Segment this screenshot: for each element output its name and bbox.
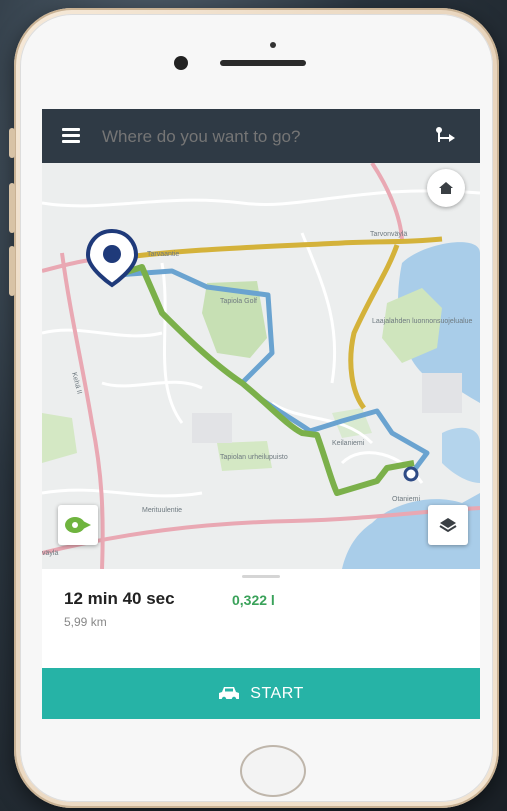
app-screen: Tarvaantie Tarvonväylä Merituulentie väy… [42,109,480,719]
home-icon [439,182,453,194]
route-fuel: 0,322 l [232,592,275,608]
drag-handle[interactable] [242,575,280,578]
map-label-district-2: Keilaniemi [332,440,365,447]
route-duration: 12 min 40 sec [64,589,175,608]
home-button[interactable] [240,745,306,797]
car-icon [219,686,240,701]
start-label: START [250,684,304,702]
route-options-icon[interactable] [434,126,458,146]
eco-toggle-button[interactable] [58,505,98,545]
route-summary-panel[interactable]: 12 min 40 sec 0,322 l 5,99 km [42,569,480,668]
map-label-district-1: Otaniemi [392,496,420,503]
mute-switch [9,128,15,158]
block-2 [422,373,462,413]
earpiece-speaker [220,60,306,66]
map-label-road-top-right: Tarvonväylä [370,231,407,238]
home-map-button[interactable] [427,169,465,207]
front-camera [174,56,188,70]
destination-marker[interactable] [403,466,419,482]
map-label-road-bottom: Merituulentie [142,507,182,514]
start-button[interactable]: START [42,668,480,719]
route-distance: 5,99 km [64,615,107,629]
volume-down-button [9,246,15,296]
map-label-road-bottom-left: väylä [42,550,58,557]
destination-search-input[interactable] [98,117,424,157]
volume-up-button [9,183,15,233]
layers-icon [439,518,457,533]
top-bar [42,109,480,163]
map-label-park-1: Tapiola Golf [220,298,257,305]
map-canvas: Tarvaantie Tarvonväylä Merituulentie väy… [42,161,480,570]
menu-icon[interactable] [62,128,80,144]
proximity-sensor [270,42,276,48]
map-label-road-top: Tarvaantie [147,251,179,258]
map-label-park-3: Tapiolan urheilupuisto [220,454,288,461]
map-view[interactable]: Tarvaantie Tarvonväylä Merituulentie väy… [42,161,480,570]
block-1 [192,413,232,443]
eco-marker-icon [65,517,91,533]
map-layers-button[interactable] [428,505,468,545]
map-label-park-2: Laajalahden luonnonsuojelualue [372,318,473,325]
